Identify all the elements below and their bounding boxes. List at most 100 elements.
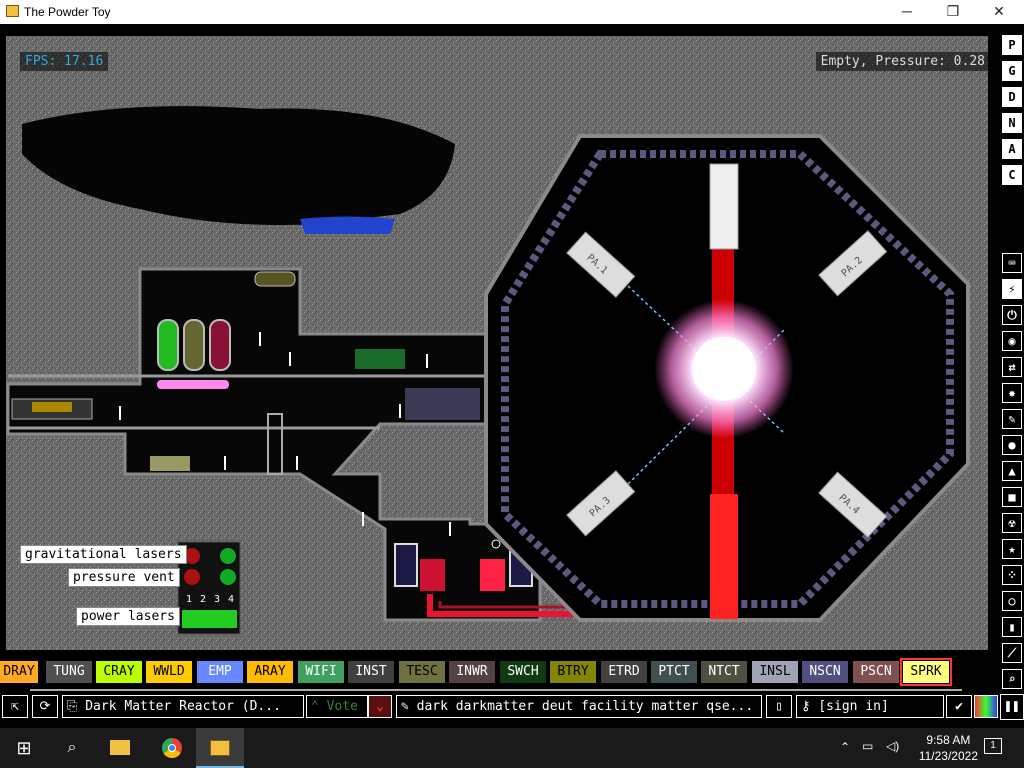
dots-icon[interactable]: ⁘ xyxy=(1002,565,1022,585)
window-title-bar: The Powder Toy ─ ❐ ✕ xyxy=(0,0,1024,24)
color-icon[interactable] xyxy=(974,695,998,718)
save-icon: ⎘ xyxy=(67,699,86,714)
element-dray[interactable]: DRAY xyxy=(0,661,38,683)
new-document-icon[interactable]: ▯ xyxy=(766,695,792,718)
box-icon[interactable]: ■ xyxy=(1002,487,1022,507)
power-icon[interactable]: ⏻ xyxy=(1002,305,1022,325)
close-button[interactable]: ✕ xyxy=(976,0,1022,24)
bookmark-icon[interactable]: ▮ xyxy=(1002,617,1022,637)
clock-date: 11/23/2022 xyxy=(918,749,978,763)
panel-number: 3 xyxy=(214,594,220,605)
start-button[interactable]: ⊞ xyxy=(0,728,48,768)
menu-button-g[interactable]: G xyxy=(1002,61,1022,81)
element-insl[interactable]: INSL xyxy=(752,661,798,683)
wand-icon[interactable]: ⟋ xyxy=(1002,643,1022,663)
sensor-icon[interactable]: ◉ xyxy=(1002,331,1022,351)
bottom-bar: ⇱ ⟳ ⎘ Dark Matter Reactor (D... ⌃ Vote ⌄… xyxy=(0,694,1000,720)
flask-icon[interactable]: ▲ xyxy=(1002,461,1022,481)
fps-counter: FPS: 17.16 xyxy=(20,52,109,71)
maximize-button[interactable]: ❐ xyxy=(930,0,976,24)
tags-text: dark darkmatter deut facility matter qse… xyxy=(416,699,754,714)
element-inst[interactable]: INST xyxy=(348,661,394,683)
reload-icon[interactable]: ⟳ xyxy=(32,695,58,718)
element-inwr[interactable]: INWR xyxy=(449,661,495,683)
vote-down-button[interactable]: ⌄ xyxy=(368,695,392,718)
element-tesc[interactable]: TESC xyxy=(399,661,445,683)
notification-count: 1 xyxy=(990,740,996,751)
element-bar: DRAY TUNG CRAY WWLD EMP ARAY WIFI INST T… xyxy=(0,656,1000,688)
server-racks xyxy=(405,388,480,420)
volume-icon[interactable]: ◁) xyxy=(886,739,899,753)
keyboard-icon[interactable]: ⌨ xyxy=(1002,253,1022,273)
settings-icon[interactable]: ✔ xyxy=(946,695,972,718)
panel-number: 2 xyxy=(200,594,206,605)
drop-icon[interactable]: ● xyxy=(1002,435,1022,455)
explosive-icon[interactable]: ✸ xyxy=(1002,383,1022,403)
file-explorer-icon[interactable] xyxy=(96,728,144,768)
sign-in-label: [sign in] xyxy=(818,699,889,714)
element-scrollbar[interactable] xyxy=(30,689,962,691)
menu-button-n[interactable]: N xyxy=(1002,113,1022,133)
pause-menu-button-p[interactable]: P xyxy=(1002,35,1022,55)
label-pressure-vent: pressure vent xyxy=(68,568,180,587)
chrome-icon[interactable] xyxy=(148,728,196,768)
clock[interactable]: 9:58 AM 11/23/2022 xyxy=(919,732,978,764)
open-browser-icon[interactable]: ⇱ xyxy=(2,695,28,718)
save-title: Dark Matter Reactor (D... xyxy=(85,699,281,714)
label-power-lasers: power lasers xyxy=(76,607,180,626)
element-cray[interactable]: CRAY xyxy=(96,661,142,683)
menu-button-d[interactable]: D xyxy=(1002,87,1022,107)
star-icon[interactable]: ★ xyxy=(1002,539,1022,559)
vote-label: Vote xyxy=(326,699,358,714)
vote-up-icon: ⌃ xyxy=(311,699,319,714)
panel-number: 4 xyxy=(228,594,234,605)
network-icon[interactable]: ▭ xyxy=(862,739,873,753)
menu-button-a[interactable]: A xyxy=(1002,139,1022,159)
element-sprk[interactable]: SPRK xyxy=(900,658,952,686)
top-tank xyxy=(254,271,296,287)
label-gravitational-lasers: gravitational lasers xyxy=(20,545,187,564)
pressure-readout: Empty, Pressure: 0.28 xyxy=(815,52,990,71)
element-ntct[interactable]: NTCT xyxy=(701,661,747,683)
green-tank xyxy=(157,319,179,371)
plug-icon[interactable]: ⚡ xyxy=(1002,279,1022,299)
right-menu: P G D N A C ⌨ ⚡ ⏻ ◉ ⇄ ✸ ✎ ● ▲ ■ ☢ ★ ⁘ ○ … xyxy=(1000,24,1024,720)
green-crates xyxy=(355,349,405,369)
taskbar: ⊞ ⌕ ⌃ ▭ ◁) 9:58 AM 11/23/2022 1 xyxy=(0,728,1024,768)
simulation-canvas[interactable]: PA.1 PA.2 PA.3 PA.4 1 2 3 4 FPS: 17.16 E… xyxy=(0,24,1000,656)
pause-button[interactable]: ❚❚ xyxy=(1000,694,1024,720)
magnifier-icon[interactable]: ⌕ xyxy=(1002,669,1022,689)
arrows-icon[interactable]: ⇄ xyxy=(1002,357,1022,377)
bulb-icon[interactable]: ○ xyxy=(1002,591,1022,611)
panel-number: 1 xyxy=(186,594,192,605)
element-swch[interactable]: SWCH xyxy=(500,661,546,683)
element-nscn[interactable]: NSCN xyxy=(802,661,848,683)
minimize-button[interactable]: ─ xyxy=(884,0,930,24)
element-btry[interactable]: BTRY xyxy=(550,661,596,683)
element-wifi[interactable]: WIFI xyxy=(298,661,344,683)
menu-button-c[interactable]: C xyxy=(1002,165,1022,185)
powder-toy-taskbar-icon[interactable] xyxy=(196,728,244,768)
radiation-icon[interactable]: ☢ xyxy=(1002,513,1022,533)
pencil-icon[interactable]: ✎ xyxy=(1002,409,1022,429)
top-emitter xyxy=(709,163,739,250)
vote-up-button[interactable]: ⌃ Vote xyxy=(306,695,368,718)
cave-water xyxy=(300,216,395,234)
element-aray[interactable]: ARAY xyxy=(247,661,293,683)
element-tung[interactable]: TUNG xyxy=(46,661,92,683)
element-emp[interactable]: EMP xyxy=(197,661,243,683)
element-wwld[interactable]: WWLD xyxy=(146,661,192,683)
save-title-field[interactable]: ⎘ Dark Matter Reactor (D... xyxy=(62,695,304,718)
tray-chevron-icon[interactable]: ⌃ xyxy=(840,740,850,754)
pink-tube xyxy=(157,380,229,389)
element-etrd[interactable]: ETRD xyxy=(601,661,647,683)
sign-in-button[interactable]: ⚷ [sign in] xyxy=(796,695,944,718)
notifications-icon[interactable]: 1 xyxy=(984,738,1002,754)
tags-field[interactable]: ✎ dark darkmatter deut facility matter q… xyxy=(396,695,762,718)
machine xyxy=(150,456,190,471)
reactor-core xyxy=(692,337,756,401)
element-pscn[interactable]: PSCN xyxy=(853,661,899,683)
search-icon[interactable]: ⌕ xyxy=(48,728,96,768)
clock-time: 9:58 AM xyxy=(926,733,971,747)
element-ptct[interactable]: PTCT xyxy=(651,661,697,683)
